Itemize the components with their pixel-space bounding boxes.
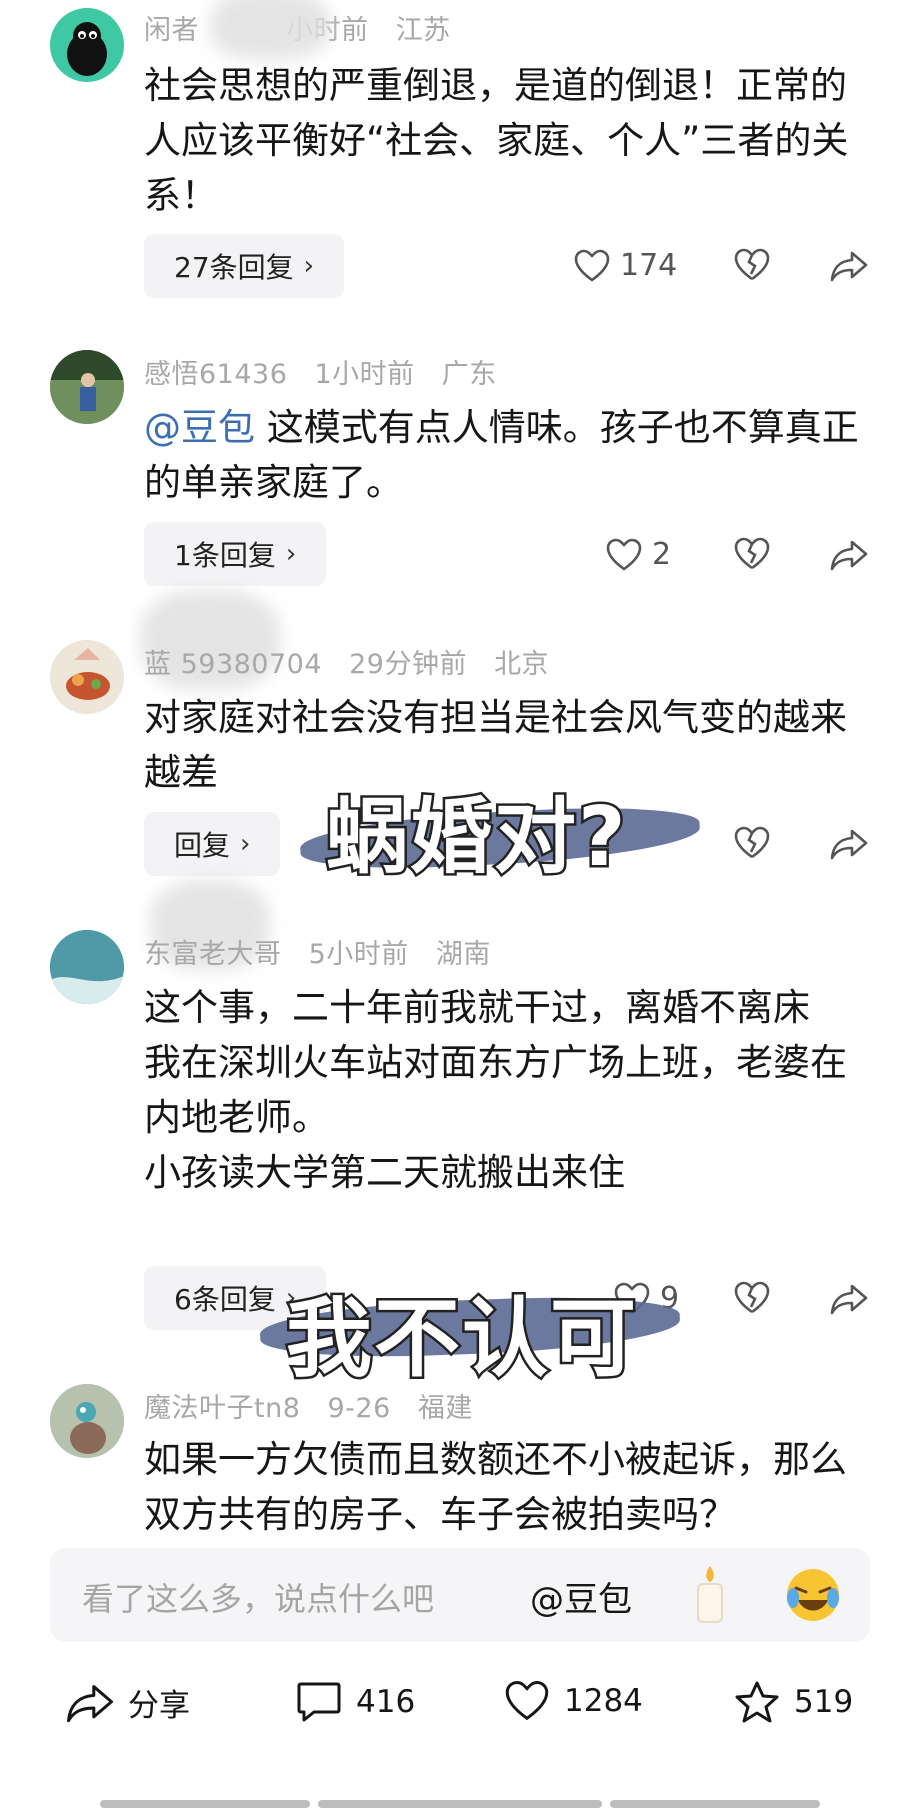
comments-count: 416 [356,1684,416,1720]
sea-photo-avatar-icon [50,930,124,1004]
share-comment-button[interactable] [830,1283,868,1315]
comment-input[interactable]: 看了这么多，说点什么吧 [82,1574,434,1620]
share-arrow-icon [830,1284,868,1315]
avatar[interactable] [50,1384,124,1458]
time: 1小时前 [314,359,415,390]
location: 北京 [494,649,550,680]
overlay-caption: 我不认可 [284,1287,639,1392]
avatar[interactable] [50,8,124,82]
broken-heart-icon [734,537,770,570]
like-count: 174 [620,248,678,283]
chevron-right-icon: › [285,539,297,569]
share-comment-button[interactable] [830,250,868,282]
food-photo-avatar-icon [50,640,124,714]
like-button[interactable]: 174 [574,248,677,283]
view-replies-button[interactable]: 回复 › [144,812,281,876]
chevron-right-icon: › [240,829,251,859]
comment-text: 社会思想的严重倒退，是道的倒退！正常的人应该平衡好“社会、家庭、个人”三者的关系… [144,64,849,217]
black-blob-avatar-icon [67,22,107,76]
home-indicator [610,1800,820,1808]
share-label: 分享 [128,1688,190,1724]
heart-outline-icon [606,538,642,571]
comment-input-bar[interactable]: 看了这么多，说点什么吧 @豆包 [50,1548,870,1642]
like-button[interactable]: 2 [606,537,671,572]
location: 广东 [441,359,497,390]
location: 江苏 [395,15,451,46]
share-arrow-icon [830,540,868,571]
dislike-button[interactable] [734,826,770,860]
comment-meta: 蓝 59380704 29分钟前 北京 [144,642,567,681]
comment-meta: 东富老大哥 5小时前 湖南 [144,932,509,971]
heart-outline-icon [505,1680,549,1721]
home-indicator [100,1800,310,1808]
view-replies-button[interactable]: 27条回复 › [144,234,345,298]
avatar[interactable] [50,640,124,714]
likes-count: 1284 [564,1683,643,1719]
laughing-emoji-icon[interactable] [784,1566,842,1624]
location: 福建 [417,1393,473,1424]
dislike-button[interactable] [734,1281,770,1315]
time: 5小时前 [308,939,409,970]
home-indicator [318,1800,602,1808]
like-post-button[interactable]: 1284 [504,1680,643,1722]
comments-button[interactable]: 416 [296,1680,415,1724]
view-replies-button[interactable]: 1条回复 › [144,522,327,586]
share-button[interactable]: 分享 [66,1680,190,1725]
comment-bubble-icon [297,1682,341,1722]
username[interactable]: 蓝 59380704 [144,649,322,680]
star-outline-icon [735,1681,779,1723]
dislike-button[interactable] [734,537,770,571]
broken-heart-icon [734,826,770,859]
like-count: 2 [652,537,672,572]
username[interactable]: 东富老大哥 [144,939,282,970]
overlay-caption: 蜗婚对? [324,788,629,888]
avatar[interactable] [50,930,124,1004]
username[interactable]: 感悟61436 [144,359,287,390]
bottom-action-bar: 分享 416 1284 519 [0,1660,922,1760]
username[interactable]: 魔法叶子tn8 [144,1393,300,1424]
redaction-scribble [210,0,330,60]
share-arrow-icon [67,1684,113,1722]
mention-doubao-button[interactable]: @豆包 [530,1572,632,1621]
comment-text: 如果一方欠债而且数额还不小被起诉，那么双方共有的房子、车子会被拍卖吗？ [144,1438,847,1536]
username[interactable]: 闲者 [144,15,199,46]
time: 29分钟前 [349,649,467,680]
heart-outline-icon [574,249,610,282]
favorites-count: 519 [794,1684,854,1720]
cartoon-avatar-icon [50,1384,124,1458]
broken-heart-icon [734,248,770,281]
share-arrow-icon [830,829,868,860]
chevron-right-icon: › [303,251,315,281]
favorite-button[interactable]: 519 [734,1680,853,1724]
mention-link[interactable]: @豆包 [144,406,255,449]
candle-emoji-icon[interactable] [690,1564,730,1626]
time: 9-26 [327,1393,391,1424]
person-photo-avatar-icon [50,350,124,424]
broken-heart-icon [734,1281,770,1314]
location: 湖南 [435,939,491,970]
dislike-button[interactable] [734,248,770,282]
share-arrow-icon [830,251,868,282]
comment-text: @豆包 这模式有点人情味。孩子也不算真正的单亲家庭了。 [144,406,859,504]
comment-meta: 感悟61436 1小时前 广东 [144,352,515,391]
avatar[interactable] [50,350,124,424]
share-comment-button[interactable] [830,539,868,571]
comment-text: 这个事，二十年前我就干过，离婚不离床 我在深圳火车站对面东方广场上班，老婆在内地… [144,986,847,1194]
share-comment-button[interactable] [830,828,868,860]
